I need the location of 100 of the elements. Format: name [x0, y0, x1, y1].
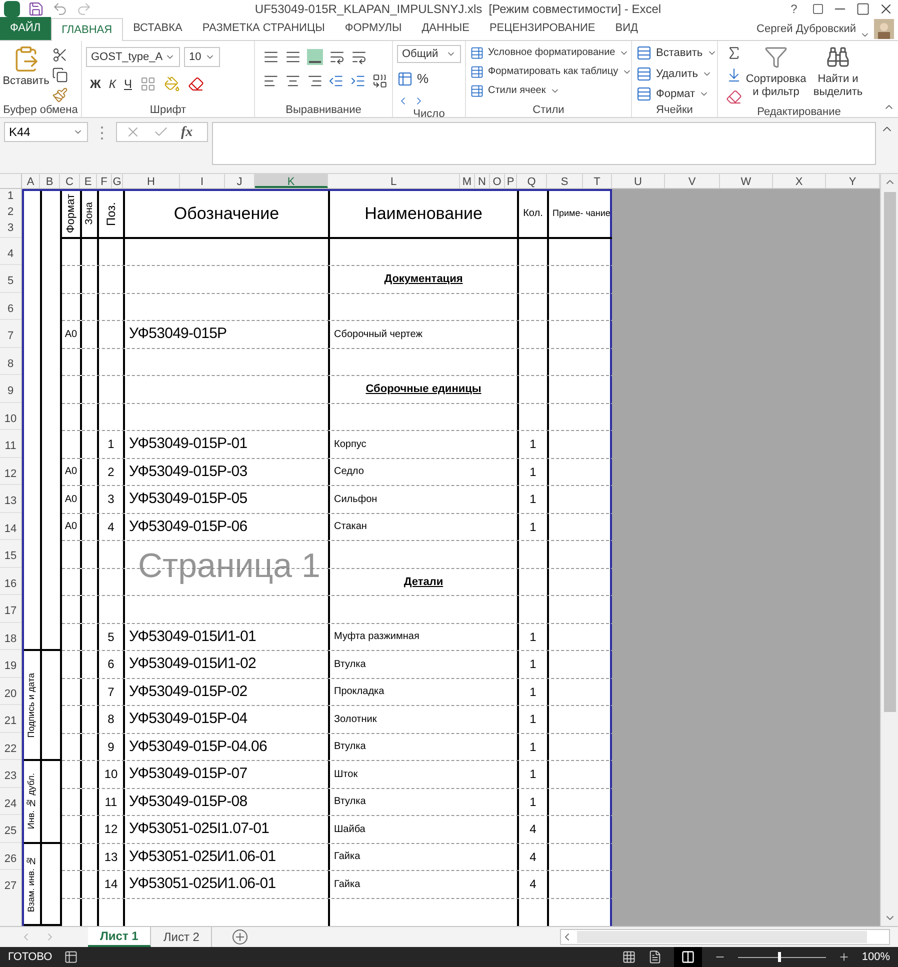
row-header[interactable]: 1: [0, 188, 21, 204]
styles-menu-button[interactable]: Стили ячеек: [470, 83, 627, 98]
cut-icon[interactable]: [52, 47, 68, 63]
row-header[interactable]: 16: [0, 566, 21, 594]
column-header[interactable]: V: [665, 174, 720, 188]
styles-menu-button[interactable]: Условное форматирование: [470, 45, 627, 60]
column-header[interactable]: K: [255, 174, 328, 188]
scroll-thumb[interactable]: [884, 192, 896, 712]
column-header[interactable]: H: [123, 174, 180, 188]
add-sheet-icon[interactable]: [232, 929, 248, 945]
column-header[interactable]: Q: [517, 174, 547, 188]
column-header[interactable]: U: [612, 174, 665, 188]
table-icon[interactable]: [470, 64, 484, 78]
row-header[interactable]: 19: [0, 649, 21, 676]
wrap-text-icon[interactable]: [351, 49, 367, 65]
binoculars-icon[interactable]: [826, 45, 850, 69]
number-format-field[interactable]: Общий: [397, 45, 461, 63]
column-header[interactable]: B: [40, 174, 60, 188]
normal-view-icon[interactable]: [622, 950, 636, 964]
align-bottom-icon[interactable]: [307, 49, 323, 65]
undo-icon[interactable]: [52, 1, 68, 17]
percent-button[interactable]: %: [417, 69, 429, 88]
align-middle-icon[interactable]: [285, 49, 301, 65]
copy-icon[interactable]: [52, 67, 68, 83]
ribbon-tab[interactable]: ВСТАВКА: [123, 17, 192, 40]
ribbon-tab[interactable]: РЕЦЕНЗИРОВАНИЕ: [479, 17, 606, 40]
ribbon-tab[interactable]: ВИД: [605, 17, 648, 40]
column-header[interactable]: N: [475, 174, 490, 188]
row-header[interactable]: 4: [0, 236, 21, 264]
rows-icon[interactable]: [636, 66, 652, 82]
row-header[interactable]: 2: [0, 204, 21, 220]
row-header[interactable]: 9: [0, 374, 21, 402]
page-break-view-icon[interactable]: [680, 950, 695, 964]
align-center-icon[interactable]: [284, 73, 301, 89]
maximize-icon[interactable]: [856, 2, 870, 16]
column-header[interactable]: L: [328, 174, 460, 188]
column-header[interactable]: O: [490, 174, 505, 188]
row-header[interactable]: 8: [0, 346, 21, 374]
indent-increase-icon[interactable]: [350, 73, 366, 89]
row-header[interactable]: 6: [0, 292, 21, 319]
sheet-tab[interactable]: Лист 1: [88, 927, 152, 947]
row-header[interactable]: 27: [0, 869, 21, 896]
column-header[interactable]: I: [180, 174, 225, 188]
cells-menu-button[interactable]: Удалить: [636, 66, 713, 82]
ribbon-tab[interactable]: РАЗМЕТКА СТРАНИЦЫ: [192, 17, 335, 40]
sort-filter-button[interactable]: Сортировка и фильтр: [746, 45, 806, 105]
ribbon-display-icon[interactable]: [812, 3, 824, 15]
ribbon-tab[interactable]: ГЛАВНАЯ: [50, 18, 124, 41]
column-header[interactable]: G: [112, 174, 123, 188]
user-name[interactable]: Сергей Дубровский: [756, 20, 856, 38]
zoom-in-icon[interactable]: [838, 951, 850, 963]
column-header[interactable]: M: [460, 174, 475, 188]
insert-function-button[interactable]: fx: [181, 122, 193, 142]
column-header[interactable]: E: [80, 174, 97, 188]
save-icon[interactable]: [28, 1, 44, 17]
vertical-scrollbar[interactable]: [880, 174, 898, 926]
formula-input-field[interactable]: [212, 122, 876, 164]
fill-icon[interactable]: [726, 67, 742, 83]
row-header[interactable]: 10: [0, 402, 21, 429]
scroll-thumb[interactable]: [577, 931, 867, 943]
table-icon[interactable]: [470, 46, 484, 60]
orientation-icon[interactable]: [329, 49, 345, 65]
row-header[interactable]: 20: [0, 676, 21, 704]
row-header[interactable]: 5: [0, 264, 21, 292]
column-header[interactable]: A: [22, 174, 40, 188]
column-header[interactable]: P: [505, 174, 517, 188]
horizontal-scrollbar[interactable]: [560, 929, 890, 945]
row-header[interactable]: 18: [0, 622, 21, 649]
page-layout-icon[interactable]: [648, 950, 662, 964]
row-header[interactable]: 13: [0, 484, 21, 512]
font-size-field[interactable]: 10: [184, 47, 220, 67]
row-header[interactable]: 15: [0, 539, 21, 566]
row-header[interactable]: 22: [0, 732, 21, 759]
column-header[interactable]: C: [60, 174, 80, 188]
styles-menu-button[interactable]: Форматировать как таблицу: [470, 64, 627, 79]
align-right-icon[interactable]: [306, 73, 322, 89]
underline-button[interactable]: Ч: [124, 75, 132, 93]
font-family-field[interactable]: GOST_type_A: [86, 47, 180, 67]
row-header[interactable]: 12: [0, 456, 21, 484]
row-header[interactable]: 3: [0, 220, 21, 236]
row-header[interactable]: 14: [0, 512, 21, 539]
paste-button[interactable]: Вставить: [4, 45, 48, 103]
zoom-level[interactable]: 100%: [862, 948, 890, 966]
macro-record-icon[interactable]: [64, 950, 78, 964]
row-header[interactable]: 24: [0, 786, 21, 814]
borders-icon[interactable]: [140, 76, 156, 92]
file-tab[interactable]: ФАЙЛ: [0, 17, 51, 40]
row-header[interactable]: 21: [0, 704, 21, 732]
row-header[interactable]: 17: [0, 594, 21, 622]
find-select-button[interactable]: Найти и выделить: [810, 45, 866, 105]
cells-menu-button[interactable]: Формат: [636, 86, 713, 102]
rows-icon[interactable]: [636, 86, 652, 102]
merge-icon[interactable]: [372, 73, 388, 89]
column-header[interactable]: T: [583, 174, 612, 188]
indent-decrease-icon[interactable]: [328, 73, 344, 89]
zoom-thumb[interactable]: [778, 952, 782, 962]
align-left-icon[interactable]: [263, 73, 279, 89]
row-header[interactable]: 26: [0, 842, 21, 869]
clear-icon[interactable]: [726, 89, 742, 105]
italic-button[interactable]: К: [108, 75, 116, 93]
